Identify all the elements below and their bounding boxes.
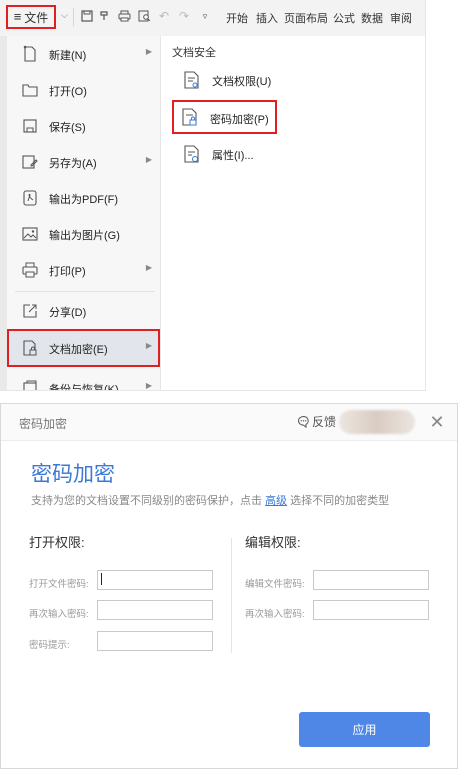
menu-item-label: 另存为(A) — [49, 158, 97, 170]
quick-access-dropdown-icon[interactable]: ▿ — [198, 9, 212, 23]
tab-home[interactable]: 开始 — [226, 10, 248, 26]
redo-icon[interactable]: ↷ — [177, 9, 191, 23]
password-encryption-dialog: 密码加密 反馈 ✕ 密码加密 支持为您的文档设置不同级别的密码保护，点击 高级 … — [0, 403, 458, 769]
submenu-arrow-icon: ▶ — [145, 381, 152, 390]
menu-item-open[interactable]: 打开(O) — [7, 72, 160, 108]
open-password-input[interactable] — [97, 570, 213, 590]
file-menu-screenshot: ≡ 文件 ⌵ ↶ ↷ ▿ 开始 插入 页面布局 公式 数据 审阅 新建(N) ▶… — [0, 0, 426, 391]
section-divider — [231, 538, 232, 653]
edit-password-label: 编辑文件密码: — [245, 579, 305, 590]
print-icon[interactable] — [117, 9, 131, 23]
open-password-label: 打开文件密码: — [29, 579, 89, 590]
submenu-item-label: 文档权限(U) — [212, 76, 272, 88]
dialog-title: 密码加密 — [31, 463, 115, 486]
menu-item-save[interactable]: 保存(S) — [7, 108, 160, 144]
chevron-down-icon[interactable]: ⌵ — [61, 10, 68, 21]
submenu-item-password-encryption[interactable]: 密码加密(P) — [172, 100, 277, 134]
menu-item-label: 新建(N) — [49, 50, 87, 62]
menu-item-label: 保存(S) — [49, 122, 86, 134]
menu-item-backup-restore[interactable]: 备份与恢复(K) ▶ — [7, 370, 160, 391]
folder-open-icon — [21, 81, 39, 99]
undo-icon[interactable]: ↶ — [157, 9, 171, 23]
tab-insert[interactable]: 插入 — [256, 10, 278, 26]
advanced-link[interactable]: 高级 — [265, 495, 287, 507]
edit-password-confirm-label: 再次输入密码: — [245, 609, 305, 620]
feedback-button[interactable]: 反馈 — [297, 413, 336, 430]
file-menu-label: 文件 — [24, 10, 49, 25]
dialog-description: 支持为您的文档设置不同级别的密码保护，点击 高级 选择不同的加密类型 — [31, 492, 389, 508]
apply-button[interactable]: 应用 — [299, 712, 430, 747]
hamburger-icon: ≡ — [13, 9, 22, 24]
menu-item-new[interactable]: 新建(N) ▶ — [7, 36, 160, 72]
format-painter-icon[interactable] — [98, 9, 112, 23]
menu-item-label: 打开(O) — [49, 86, 87, 98]
toolbar-divider — [73, 8, 74, 26]
password-hint-input[interactable] — [97, 631, 213, 651]
tab-formulas[interactable]: 公式 — [333, 10, 355, 26]
document-lock-icon — [21, 339, 39, 357]
save-icon — [21, 117, 39, 135]
image-icon — [21, 225, 39, 243]
open-permission-title: 打开权限: — [29, 535, 85, 550]
menu-item-export-pdf[interactable]: 输出为PDF(F) — [7, 180, 160, 216]
menu-item-label: 打印(P) — [49, 266, 86, 278]
menu-item-label: 输出为PDF(F) — [49, 194, 119, 206]
share-icon — [21, 302, 39, 320]
submenu-item-label: 属性(I)... — [212, 150, 254, 162]
print-preview-icon[interactable] — [137, 9, 151, 23]
description-text: 选择不同的加密类型 — [290, 495, 390, 507]
save-as-icon — [21, 153, 39, 171]
file-menu-list: 新建(N) ▶ 打开(O) 保存(S) 另存为(A) ▶ 输出为PDF(F) 输… — [7, 36, 161, 390]
menu-item-print[interactable]: 打印(P) ▶ — [7, 252, 160, 288]
submenu-arrow-icon: ▶ — [145, 263, 152, 272]
password-hint-label: 密码提示: — [29, 640, 70, 651]
menu-separator — [15, 291, 155, 292]
submenu-arrow-icon: ▶ — [145, 341, 152, 350]
close-icon[interactable]: ✕ — [427, 412, 447, 432]
pdf-icon — [21, 189, 39, 207]
open-password-confirm-label: 再次输入密码: — [29, 609, 89, 620]
file-menu-button[interactable]: ≡ 文件 — [6, 5, 56, 29]
menu-item-document-encryption[interactable]: 文档加密(E) ▶ — [7, 329, 160, 367]
doc-permission-icon — [182, 70, 202, 90]
menu-item-label: 输出为图片(G) — [49, 230, 120, 242]
tab-data[interactable]: 数据 — [361, 10, 383, 26]
feedback-icon — [297, 415, 310, 428]
tab-review[interactable]: 审阅 — [390, 10, 412, 26]
submenu-arrow-icon: ▶ — [145, 155, 152, 164]
dialog-header: 密码加密 反馈 ✕ — [1, 404, 457, 441]
new-file-icon — [21, 45, 39, 63]
doc-properties-icon — [182, 144, 202, 164]
submenu-title: 文档安全 — [172, 47, 216, 59]
menu-item-label: 文档加密(E) — [49, 344, 108, 356]
menu-item-export-image[interactable]: 输出为图片(G) — [7, 216, 160, 252]
user-avatar[interactable] — [339, 410, 415, 434]
open-password-confirm-input[interactable] — [97, 600, 213, 620]
submenu-item-properties[interactable]: 属性(I)... — [176, 140, 296, 168]
feedback-label: 反馈 — [312, 415, 337, 429]
edit-permission-title: 编辑权限: — [245, 535, 301, 550]
backup-icon — [21, 379, 39, 390]
edit-password-input[interactable] — [313, 570, 429, 590]
save-icon[interactable] — [80, 9, 94, 23]
menu-item-share[interactable]: 分享(D) — [7, 293, 160, 329]
dialog-window-title: 密码加密 — [19, 417, 68, 431]
menu-item-label: 备份与恢复(K) — [49, 384, 119, 391]
sheet-edge — [0, 36, 7, 390]
print-icon — [21, 261, 39, 279]
document-security-submenu: 文档安全 文档权限(U) 密码加密(P) 属性(I)... — [161, 36, 425, 390]
edit-password-confirm-input[interactable] — [313, 600, 429, 620]
tab-page-layout[interactable]: 页面布局 — [284, 10, 328, 26]
description-text: 支持为您的文档设置不同级别的密码保护，点击 — [31, 495, 262, 507]
submenu-item-label: 密码加密(P) — [210, 114, 269, 126]
menu-item-save-as[interactable]: 另存为(A) ▶ — [7, 144, 160, 180]
ribbon-toolbar: ≡ 文件 ⌵ ↶ ↷ ▿ 开始 插入 页面布局 公式 数据 审阅 — [0, 0, 425, 37]
menu-item-label: 分享(D) — [49, 307, 87, 319]
submenu-item-document-permission[interactable]: 文档权限(U) — [176, 66, 296, 94]
doc-password-icon — [180, 107, 200, 127]
submenu-arrow-icon: ▶ — [145, 47, 152, 56]
text-cursor — [101, 573, 102, 585]
